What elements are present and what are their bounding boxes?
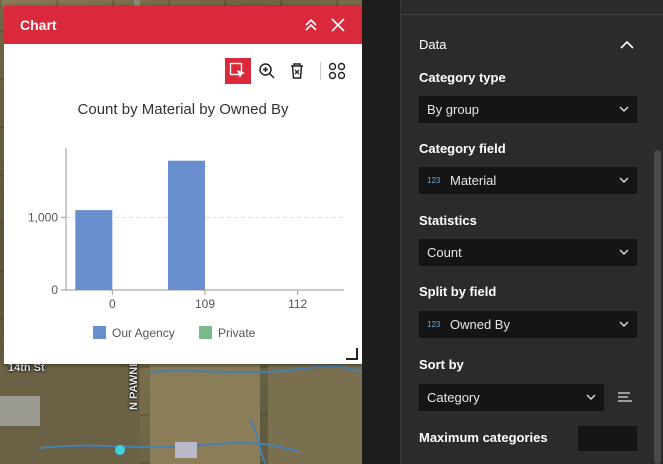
select-filter-icon[interactable] bbox=[225, 58, 251, 84]
resize-handle[interactable] bbox=[346, 348, 358, 360]
y-tick-label: 1,000 bbox=[28, 210, 58, 224]
statistics-label: Statistics bbox=[419, 213, 477, 228]
collapse-up-icon[interactable] bbox=[301, 15, 321, 35]
legend-label: Our Agency bbox=[112, 326, 175, 340]
legend-swatch bbox=[199, 326, 212, 339]
chart-canvas: Count by Material by Owned By 0 1,000 0 109 1… bbox=[28, 101, 344, 340]
sort-order-icon[interactable] bbox=[614, 386, 636, 408]
section-title: Data bbox=[419, 37, 447, 52]
chart-widget: Chart Count by Material by Owned By 0 1,00… bbox=[4, 6, 362, 364]
category-type-value: By group bbox=[427, 102, 480, 117]
panel-gap bbox=[362, 0, 400, 464]
sort-by-value: Category bbox=[427, 390, 480, 405]
zoom-in-icon[interactable] bbox=[254, 58, 280, 84]
chevron-up-icon[interactable] bbox=[619, 38, 635, 52]
bar bbox=[168, 160, 205, 290]
close-icon[interactable] bbox=[328, 15, 348, 35]
sort-by-select[interactable]: Category bbox=[419, 384, 604, 411]
chevron-down-icon bbox=[619, 106, 629, 112]
chevron-down-icon bbox=[586, 394, 596, 400]
chevron-down-icon bbox=[619, 249, 629, 255]
chart-toolbar bbox=[4, 58, 362, 84]
legend-swatch bbox=[93, 326, 106, 339]
bar bbox=[75, 210, 113, 290]
statistics-value: Count bbox=[427, 245, 462, 260]
more-options-icon[interactable] bbox=[324, 58, 350, 84]
split-by-field-value: Owned By bbox=[450, 317, 510, 332]
panel-scrollbar[interactable] bbox=[654, 150, 661, 464]
category-field-value: Material bbox=[450, 173, 497, 188]
panel-divider bbox=[401, 14, 663, 15]
widget-title: Chart bbox=[20, 17, 57, 33]
x-tick-label: 0 bbox=[109, 297, 116, 311]
sort-by-label: Sort by bbox=[419, 357, 464, 372]
max-categories-label: Maximum categories bbox=[419, 430, 548, 445]
numeric-field-icon: 123 bbox=[427, 320, 441, 329]
widget-header: Chart bbox=[4, 6, 362, 44]
statistics-select[interactable]: Count bbox=[419, 239, 637, 266]
x-tick-label: 112 bbox=[288, 297, 307, 311]
category-type-select[interactable]: By group bbox=[419, 96, 637, 123]
settings-panel: Data Category type By group Category fie… bbox=[400, 0, 663, 464]
numeric-field-icon: 123 bbox=[427, 176, 441, 185]
category-type-label: Category type bbox=[419, 70, 506, 85]
chevron-down-icon bbox=[619, 321, 629, 327]
x-tick-label: 109 bbox=[195, 297, 215, 311]
toolbar-divider bbox=[320, 62, 321, 80]
y-tick-label: 0 bbox=[51, 283, 58, 297]
legend-label: Private bbox=[218, 326, 256, 340]
chevron-down-icon bbox=[619, 177, 629, 183]
chart-title: Count by Material by Owned By bbox=[78, 101, 289, 118]
category-field-select[interactable]: 123 Material bbox=[419, 167, 637, 194]
max-categories-input[interactable] bbox=[578, 426, 637, 451]
category-field-label: Category field bbox=[419, 141, 506, 156]
split-by-field-select[interactable]: 123 Owned By bbox=[419, 311, 637, 338]
clear-selection-icon[interactable] bbox=[284, 58, 310, 84]
split-by-field-label: Split by field bbox=[419, 284, 497, 299]
